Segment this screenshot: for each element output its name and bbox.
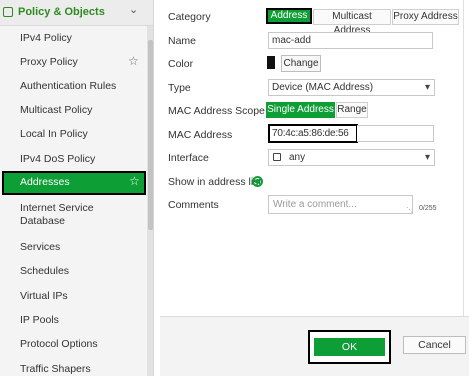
sidebar-item-addresses[interactable]: Addresses ☆	[2, 171, 146, 195]
resize-grip-icon[interactable]: ⋱	[406, 206, 413, 214]
sidebar-item-multicast-policy[interactable]: Multicast Policy	[0, 99, 146, 123]
sidebar-item-traffic-shapers[interactable]: Traffic Shapers	[0, 358, 146, 376]
category-option-address[interactable]: Address	[266, 8, 312, 24]
comments-counter: 0/255	[419, 205, 437, 212]
mac-address-label: MAC Address	[168, 129, 233, 141]
address-form: Category Address Multicast Address Proxy…	[160, 0, 464, 316]
category-option-multicast-address[interactable]: Multicast Address	[313, 9, 391, 36]
interface-label: Interface	[168, 152, 209, 164]
sidebar-item-label: Protocol Options	[20, 338, 98, 350]
sidebar-item-virtual-ips[interactable]: Virtual IPs	[0, 285, 146, 309]
sidebar-item-label: Services	[20, 241, 61, 253]
color-swatch	[267, 56, 275, 69]
sidebar-item-label: Addresses	[20, 176, 70, 188]
sidebar-item-label: IP Pools	[20, 314, 59, 326]
chevron-down-icon[interactable]: ⌄	[129, 3, 138, 16]
sidebar: Policy & Objects ⌄ IPv4 Policy Proxy Pol…	[0, 0, 154, 376]
sidebar-item-label: Local In Policy	[20, 128, 88, 140]
sidebar-item-ipv4-policy[interactable]: IPv4 Policy	[0, 27, 146, 51]
sidebar-item-label: Multicast Policy	[20, 104, 93, 116]
sidebar-item-proxy-policy[interactable]: Proxy Policy ☆	[0, 51, 146, 75]
name-input[interactable]: mac-add	[268, 32, 433, 49]
sidebar-item-local-in-policy[interactable]: Local In Policy	[0, 123, 146, 147]
sidebar-item-protocol-options[interactable]: Protocol Options	[0, 333, 146, 357]
star-icon[interactable]: ☆	[128, 54, 139, 68]
mac-scope-option-range[interactable]: Range	[336, 102, 368, 118]
type-label: Type	[168, 82, 191, 94]
sidebar-item-label: IPv4 DoS Policy	[20, 153, 96, 165]
sidebar-scrollbar-thumb[interactable]	[148, 40, 153, 230]
dialog-footer: OK Cancel	[160, 316, 469, 376]
mac-scope-label: MAC Address Scope	[168, 105, 265, 117]
sidebar-item-internet-service-database[interactable]: Internet Service Database	[0, 199, 146, 233]
sidebar-item-ipv4-dos-policy[interactable]: IPv4 DoS Policy	[0, 148, 146, 172]
ok-button[interactable]: OK	[314, 338, 385, 356]
interface-icon	[273, 153, 281, 161]
change-color-button[interactable]: Change	[281, 55, 321, 72]
sidebar-item-ip-pools[interactable]: IP Pools	[0, 309, 146, 333]
sidebar-scrollbar[interactable]	[147, 26, 153, 376]
sidebar-item-label: Proxy Policy	[20, 56, 78, 68]
name-label: Name	[168, 35, 197, 47]
policy-objects-icon	[3, 7, 13, 17]
sidebar-item-label: IPv4 Policy	[20, 32, 72, 44]
category-option-proxy-address[interactable]: Proxy Address	[392, 9, 459, 25]
sidebar-item-schedules[interactable]: Schedules	[0, 260, 146, 284]
sidebar-item-label: Traffic Shapers	[20, 363, 91, 375]
sidebar-section-header[interactable]: Policy & Objects ⌄	[0, 0, 153, 26]
cancel-button[interactable]: Cancel	[403, 336, 466, 354]
mac-address-input[interactable]: 70:4c:a5:86:de:56	[268, 124, 358, 143]
type-select[interactable]: Device (MAC Address)	[268, 79, 435, 96]
show-in-list-label: Show in address list	[168, 176, 262, 188]
comments-textarea[interactable]: Write a comment...	[268, 195, 413, 214]
star-icon[interactable]: ☆	[129, 174, 140, 188]
comments-label: Comments	[168, 199, 219, 211]
interface-select[interactable]: any	[268, 149, 435, 166]
show-in-list-toggle[interactable]	[252, 176, 263, 187]
ok-button-highlight: OK	[308, 330, 391, 364]
sidebar-item-authentication-rules[interactable]: Authentication Rules	[0, 75, 146, 99]
color-label: Color	[168, 58, 194, 70]
category-label: Category	[168, 11, 211, 23]
sidebar-item-label: Internet Service Database	[20, 202, 94, 227]
sidebar-item-label: Authentication Rules	[20, 80, 117, 92]
mac-scope-option-single-address[interactable]: Single Address	[266, 102, 335, 118]
sidebar-item-services[interactable]: Services	[0, 236, 146, 260]
sidebar-section-title: Policy & Objects	[18, 6, 105, 18]
mac-address-input-extension[interactable]	[357, 125, 434, 142]
sidebar-item-label: Schedules	[20, 265, 70, 277]
sidebar-item-label: Virtual IPs	[20, 290, 68, 302]
interface-value: any	[289, 152, 306, 163]
